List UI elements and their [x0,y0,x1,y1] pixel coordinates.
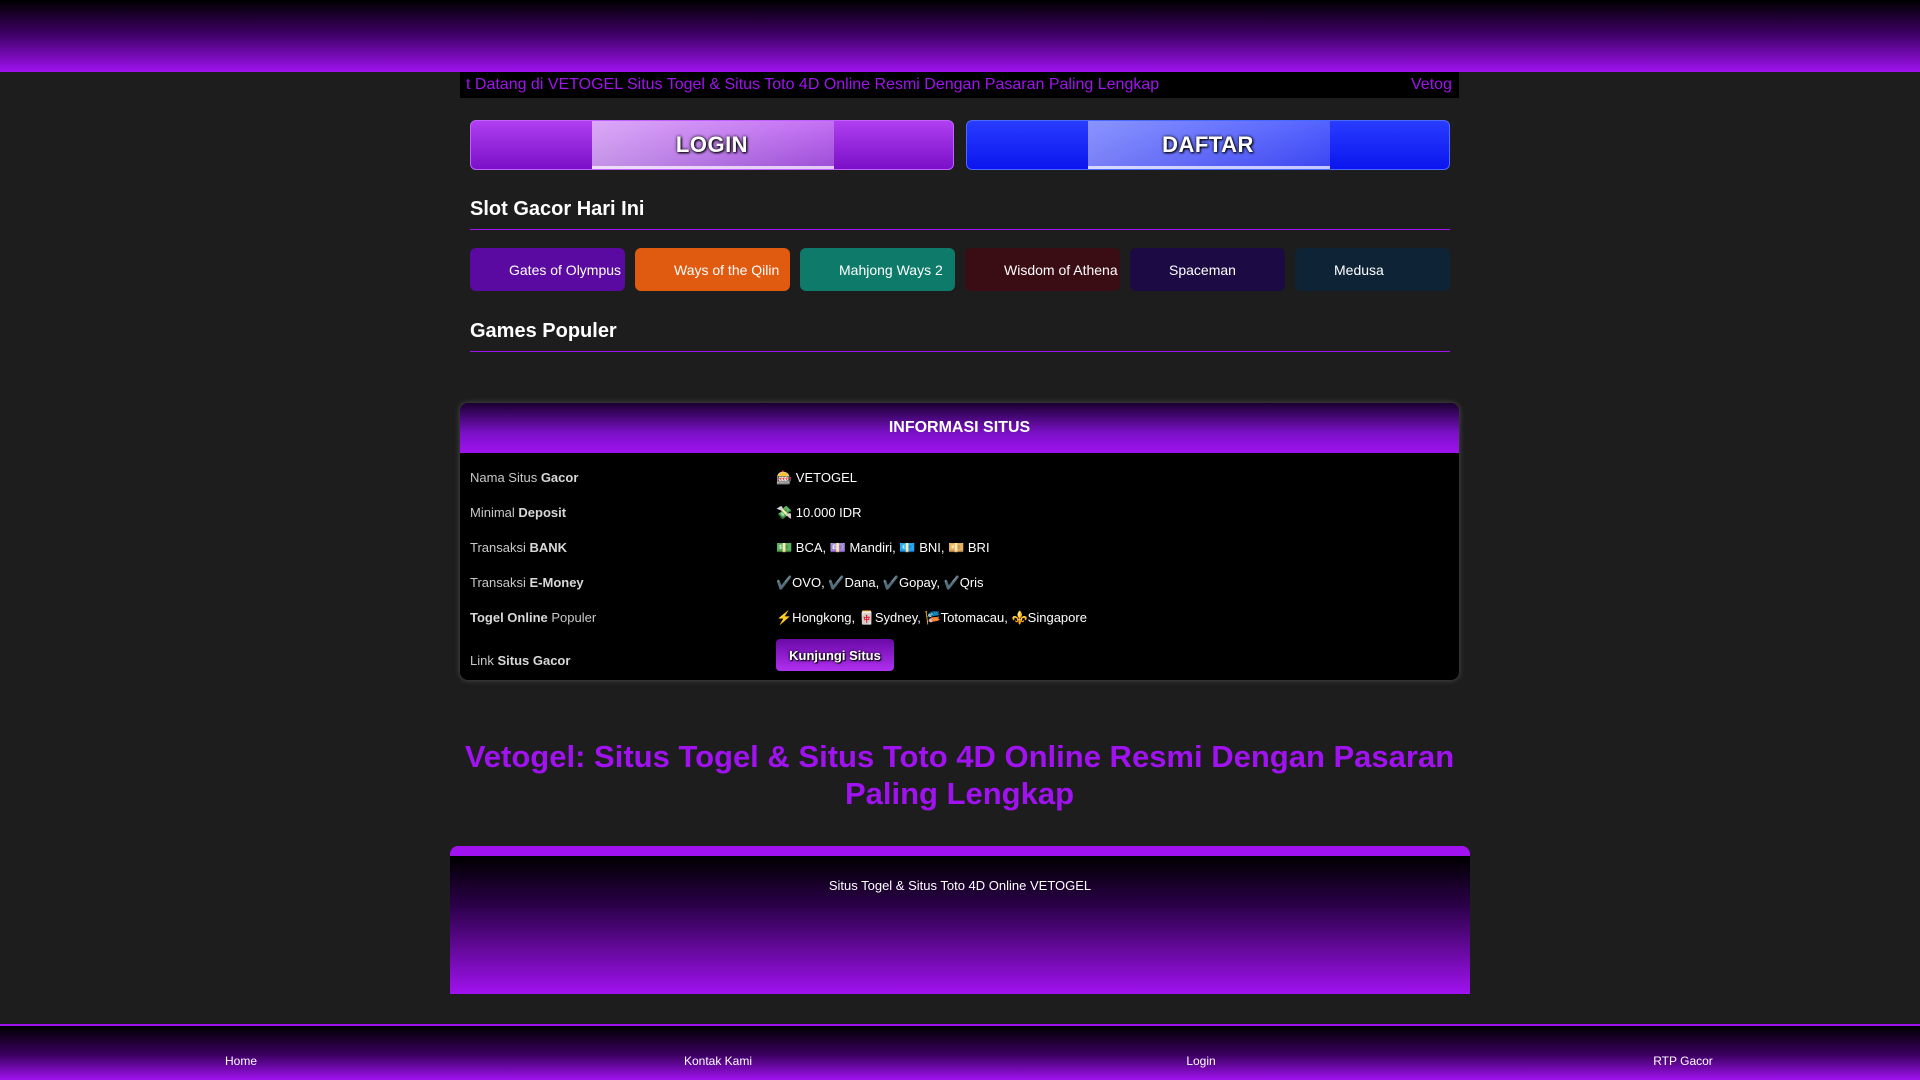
info-card-title: INFORMASI SITUS [460,403,1459,453]
slot-item-medusa[interactable]: Medusa [1295,248,1450,291]
info-row-value: 💸 10.000 IDR [776,505,862,520]
info-card: INFORMASI SITUS Nama Situs Gacor 🎰 VETOG… [460,403,1459,680]
nav-item-rtp-gacor[interactable]: RTP Gacor [1442,1054,1920,1068]
slot-item-label: Medusa [1334,262,1384,278]
info-row-label: Minimal Deposit [470,505,567,520]
nav-item-login[interactable]: Login [960,1054,1442,1068]
info-row-togel-online: Togel Online Populer ⚡Hongkong, 🀄Sydney,… [460,610,1459,630]
info-row-value: ✔️OVO, ✔️Dana, ✔️Gopay, ✔️Qris [776,575,984,590]
slot-item-wisdom-of-athena[interactable]: Wisdom of Athena [965,248,1120,291]
slot-section-title: Slot Gacor Hari Ini [470,198,1450,230]
kunjungi-situs-button[interactable]: Kunjungi Situs [776,639,894,671]
marquee-bar: t Datang di VETOGEL Situs Togel & Situs … [460,72,1459,98]
daftar-button-label: DAFTAR [1162,132,1254,157]
daftar-button[interactable]: DAFTAR [966,120,1450,170]
page-title: Vetogel: Situs Togel & Situs Toto 4D Onl… [464,739,1455,811]
info-row-minimal-deposit: Minimal Deposit 💸 10.000 IDR [460,505,1459,525]
slot-item-label: Gates of Olympus [509,262,622,278]
marquee-text-repeat: Vetog [1411,76,1452,93]
info-row-label: Togel Online Populer [470,610,597,625]
info-row-value: ⚡Hongkong, 🀄Sydney, 🎏Totomacau, ⚜️Singap… [776,610,1087,625]
slot-item-label: Ways of the Qilin [674,262,780,278]
bottom-nav: Home Kontak Kami Login RTP Gacor [0,1024,1920,1080]
info-row-label: Nama Situs Gacor [470,470,579,485]
nav-item-kontak-kami[interactable]: Kontak Kami [477,1054,959,1068]
info-row-transaksi-emoney: Transaksi E-Money ✔️OVO, ✔️Dana, ✔️Gopay… [460,575,1459,595]
games-section-title: Games Populer [470,320,1450,352]
slot-item-label: Mahjong Ways 2 [839,262,943,278]
slot-item-spaceman[interactable]: Spaceman [1130,248,1285,291]
slot-item-label: Spaceman [1169,262,1236,278]
nav-item-home[interactable]: Home [0,1054,482,1068]
footer-text: Situs Togel & Situs Toto 4D Online VETOG… [828,878,1092,893]
slot-item-gates-of-olympus[interactable]: Gates of Olympus [470,248,625,291]
info-row-link-situs: Link Situs Gacor [460,653,1459,673]
slot-item-mahjong-ways-2[interactable]: Mahjong Ways 2 [800,248,955,291]
top-header-banner [0,0,1920,72]
footer-card: Situs Togel & Situs Toto 4D Online VETOG… [450,846,1470,994]
info-row-transaksi-bank: Transaksi BANK 💵 BCA, 💷 Mandiri, 💶 BNI, … [460,540,1459,560]
info-row-label: Transaksi BANK [470,540,568,555]
login-button[interactable]: LOGIN [470,120,954,170]
slot-item-ways-of-the-qilin[interactable]: Ways of the Qilin [635,248,790,291]
info-row-label: Link Situs Gacor [470,653,571,668]
login-button-label: LOGIN [675,132,749,157]
info-row-label: Transaksi E-Money [470,575,584,590]
marquee-text: t Datang di VETOGEL Situs Togel & Situs … [466,76,1160,93]
info-row-nama-situs: Nama Situs Gacor 🎰 VETOGEL [460,470,1459,490]
info-row-value: 🎰 VETOGEL [776,470,857,485]
info-row-value: 💵 BCA, 💷 Mandiri, 💶 BNI, 💴 BRI [776,540,990,555]
slot-item-label: Wisdom of Athena [1004,262,1118,278]
slot-list: Gates of Olympus Ways of the Qilin Mahjo… [470,248,1450,292]
